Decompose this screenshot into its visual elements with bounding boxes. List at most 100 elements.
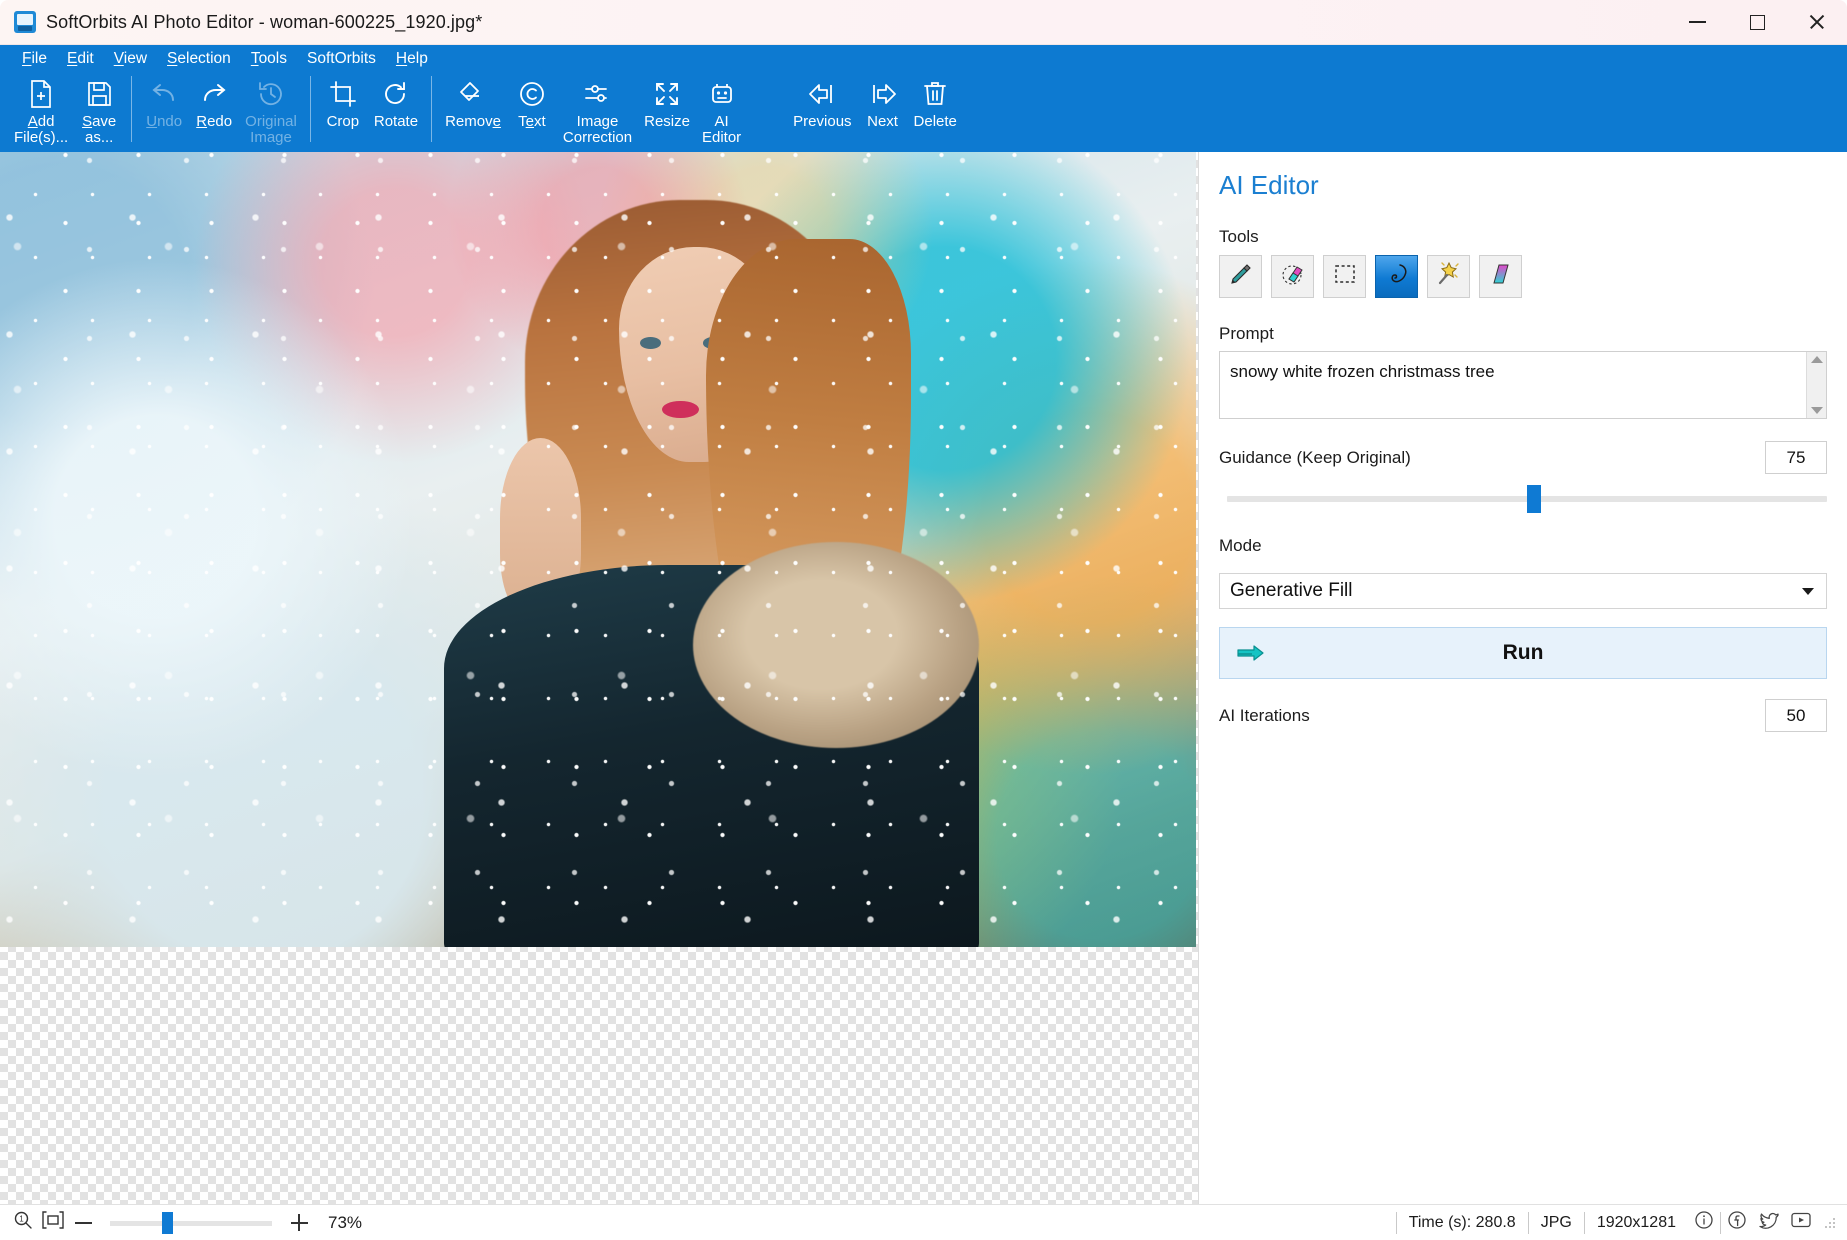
toolbar-ai-editor[interactable]: AI Editor: [696, 72, 747, 152]
status-dimensions: 1920x1281: [1596, 1213, 1676, 1231]
menu-softorbits[interactable]: SoftOrbits: [297, 45, 386, 72]
maximize-icon: [1749, 14, 1765, 30]
zoom-actual-size-button[interactable]: 1: [8, 1208, 38, 1238]
toolbar-save-as-label: Save as...: [82, 113, 117, 146]
rectangle-select-icon: [1332, 261, 1358, 292]
body-area: AI Editor Tools Prompt snowy white froze…: [0, 152, 1847, 1204]
menu-bar: File Edit View Selection Tools SoftOrbit…: [0, 45, 1847, 72]
zoom-out-icon: [74, 1221, 92, 1224]
zoom-slider-thumb[interactable]: [162, 1211, 173, 1234]
maximize-button[interactable]: [1727, 0, 1787, 45]
fit-to-window-icon: [42, 1211, 64, 1234]
toolbar-save-as[interactable]: Save as...: [74, 72, 124, 152]
iterations-label: AI Iterations: [1219, 705, 1310, 725]
marker-tool-button[interactable]: [1219, 255, 1262, 298]
toolbar-previous[interactable]: Previous: [787, 72, 857, 152]
expand-icon: [653, 78, 681, 110]
toolbar-crop-label: Crop: [326, 113, 360, 130]
iterations-value-input[interactable]: 50: [1765, 699, 1827, 732]
prompt-input[interactable]: snowy white frozen christmass tree: [1220, 352, 1806, 418]
toolbar-original-image[interactable]: Original Image: [239, 72, 303, 152]
toolbar-undo-label: Undo: [146, 113, 183, 130]
menu-edit[interactable]: Edit: [57, 45, 104, 72]
fit-to-window-button[interactable]: [38, 1208, 68, 1238]
sliders-icon: [583, 78, 613, 110]
toolbar-rotate[interactable]: Rotate: [368, 72, 424, 152]
save-icon: [86, 78, 113, 110]
toolbar-image-correction[interactable]: Image Correction: [557, 72, 638, 152]
menu-selection[interactable]: Selection: [157, 45, 241, 72]
mode-label: Mode: [1219, 536, 1262, 555]
guidance-slider-thumb[interactable]: [1527, 485, 1541, 513]
menu-tools[interactable]: Tools: [241, 45, 297, 72]
zoom-slider-track: [110, 1220, 272, 1226]
close-button[interactable]: [1787, 0, 1847, 45]
status-bar: 1 73% Time (s): 280.8 JPG 1920x1281: [0, 1204, 1847, 1240]
mode-dropdown[interactable]: Generative Fill: [1219, 573, 1827, 609]
guidance-row: Guidance (Keep Original) 75: [1219, 441, 1827, 474]
mode-selected-value: Generative Fill: [1230, 580, 1353, 601]
guidance-slider[interactable]: [1227, 485, 1827, 513]
main-toolbar: Add File(s)... Save as... Undo Redo Orig…: [0, 72, 1847, 152]
info-icon: [1694, 1210, 1714, 1235]
zoom-slider[interactable]: [110, 1211, 272, 1234]
facebook-button[interactable]: [1721, 1208, 1753, 1238]
status-time: Time (s): 280.8: [1408, 1213, 1516, 1231]
run-button-label: Run: [1502, 641, 1544, 664]
toolbar-text[interactable]: Text: [507, 72, 557, 152]
window-controls: [1667, 0, 1847, 45]
panel-title: AI Editor: [1219, 170, 1319, 200]
history-icon: [257, 78, 285, 110]
toolbar-redo[interactable]: Redo: [189, 72, 239, 152]
snow-layer-2: [0, 152, 1196, 947]
minimize-button[interactable]: [1667, 0, 1727, 45]
guidance-value-input[interactable]: 75: [1765, 441, 1827, 474]
scroll-up-icon[interactable]: [1810, 356, 1823, 363]
run-button[interactable]: Run: [1219, 627, 1827, 679]
facebook-icon: [1727, 1210, 1747, 1235]
app-logo-icon: [14, 11, 36, 33]
menu-file[interactable]: File: [12, 45, 57, 72]
rectangle-select-tool-button[interactable]: [1323, 255, 1366, 298]
prompt-label: Prompt: [1219, 324, 1274, 343]
status-right-group: Time (s): 280.8 JPG 1920x1281: [1395, 1208, 1839, 1238]
toolbar-undo[interactable]: Undo: [139, 72, 189, 152]
photo-preview: [0, 152, 1196, 947]
eraser-tool-button[interactable]: [1271, 255, 1314, 298]
toolbar-crop[interactable]: Crop: [318, 72, 368, 152]
zoom-out-button[interactable]: [68, 1208, 98, 1238]
toolbar-original-image-label: Original Image: [245, 113, 297, 146]
toolbar-add-files-label: Add File(s)...: [14, 113, 69, 146]
toolbar-add-files[interactable]: Add File(s)...: [8, 72, 74, 152]
ai-editor-panel: AI Editor Tools Prompt snowy white froze…: [1199, 152, 1847, 1204]
window-title: SoftOrbits AI Photo Editor - woman-60022…: [46, 11, 483, 32]
menu-view[interactable]: View: [104, 45, 157, 72]
toolbar-remove[interactable]: Remove: [439, 72, 507, 152]
prompt-field[interactable]: snowy white frozen christmass tree: [1219, 351, 1827, 419]
tools-row: [1219, 255, 1847, 298]
info-button[interactable]: [1688, 1208, 1720, 1238]
youtube-button[interactable]: [1785, 1208, 1817, 1238]
marker-icon: [1228, 261, 1254, 292]
close-icon: [1808, 13, 1826, 31]
magic-wand-tool-button[interactable]: [1427, 255, 1470, 298]
menu-help[interactable]: Help: [386, 45, 438, 72]
rotate-icon: [382, 78, 410, 110]
gradient-tool-button[interactable]: [1479, 255, 1522, 298]
lasso-icon: [1384, 261, 1410, 292]
lasso-select-tool-button[interactable]: [1375, 255, 1418, 298]
twitter-button[interactable]: [1753, 1208, 1785, 1238]
resize-grip[interactable]: [1823, 1216, 1837, 1230]
toolbar-delete[interactable]: Delete: [908, 72, 963, 152]
scroll-down-icon[interactable]: [1810, 407, 1823, 414]
toolbar-next[interactable]: Next: [858, 72, 908, 152]
image-canvas[interactable]: [0, 152, 1199, 1204]
zoom-in-icon: [290, 1214, 308, 1231]
toolbar-resize[interactable]: Resize: [638, 72, 696, 152]
zoom-percent-label: 73%: [328, 1212, 363, 1232]
toolbar-separator-2: [309, 76, 311, 142]
prompt-scrollbar[interactable]: [1806, 352, 1826, 418]
svg-text:1: 1: [19, 1215, 24, 1224]
zoom-in-button[interactable]: [284, 1208, 314, 1238]
zoom-actual-size-icon: 1: [13, 1210, 33, 1235]
